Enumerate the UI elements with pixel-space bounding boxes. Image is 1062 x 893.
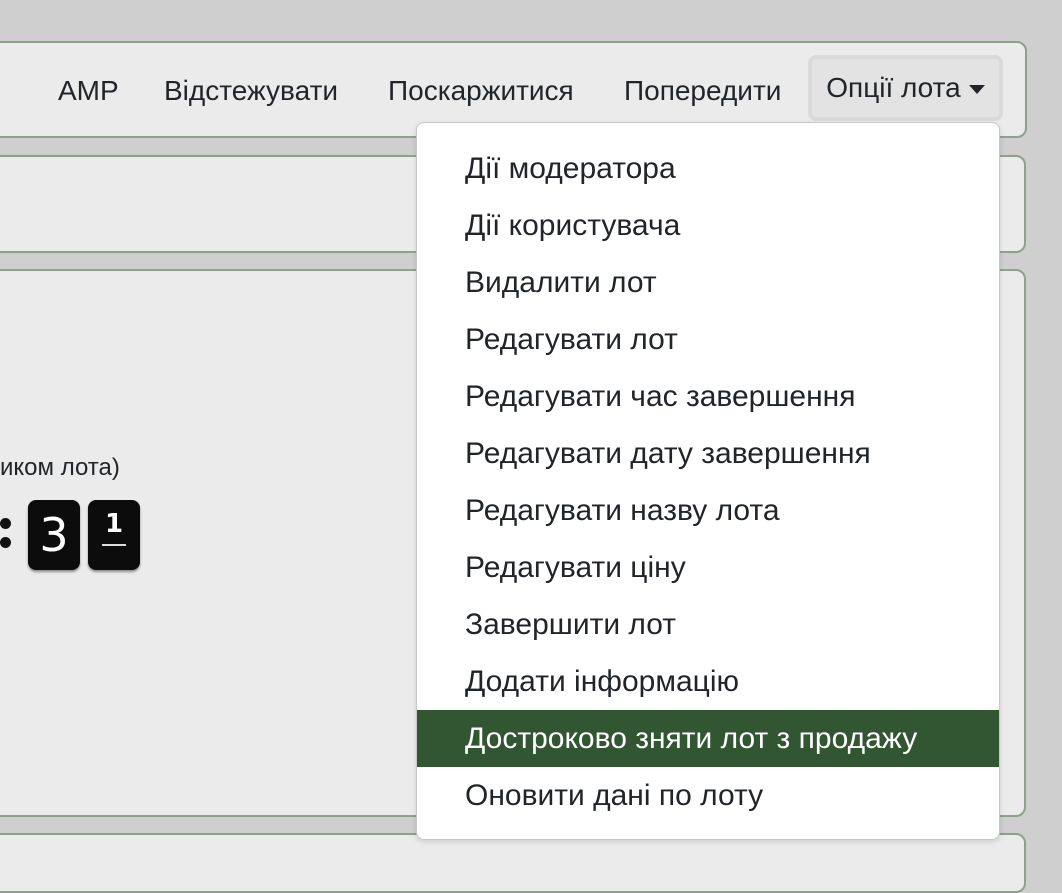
- follow-link[interactable]: Відстежувати: [164, 71, 338, 111]
- dropdown-item[interactable]: Додати інформацію: [417, 653, 999, 710]
- lot-options-dropdown-toggle[interactable]: Опції лота: [808, 55, 1003, 121]
- lot-bottom-panel: [0, 833, 1026, 893]
- dropdown-item[interactable]: Дії користувача: [417, 197, 999, 254]
- countdown-digit: 3: [28, 500, 80, 570]
- dropdown-item[interactable]: Редагувати час завершення: [417, 368, 999, 425]
- dropdown-item[interactable]: Видалити лот: [417, 254, 999, 311]
- dropdown-item[interactable]: Оновити дані по лоту: [417, 767, 999, 824]
- lot-options-dropdown-menu: Дії модератора Дії користувача Видалити ло…: [416, 122, 1000, 840]
- lot-options-label: Опції лота: [826, 72, 961, 103]
- dropdown-item[interactable]: Редагувати ціну: [417, 539, 999, 596]
- countdown-colon: [0, 507, 12, 555]
- dropdown-item[interactable]: Редагувати назву лота: [417, 482, 999, 539]
- dropdown-item[interactable]: Редагувати лот: [417, 311, 999, 368]
- caret-down-icon: [968, 84, 985, 94]
- dropdown-item[interactable]: Достроково зняти лот з продажу: [417, 710, 999, 767]
- dropdown-item[interactable]: Дії модератора: [417, 140, 999, 197]
- dropdown-item[interactable]: Завершити лот: [417, 596, 999, 653]
- countdown-digit-flipping: 1: [88, 500, 140, 570]
- warn-link[interactable]: Попередити: [624, 71, 781, 111]
- organizer-note-text: иком лота): [0, 454, 120, 481]
- amp-link[interactable]: AMP: [58, 71, 119, 111]
- report-link[interactable]: Поскаржитися: [388, 71, 574, 111]
- dropdown-item[interactable]: Редагувати дату завершення: [417, 425, 999, 482]
